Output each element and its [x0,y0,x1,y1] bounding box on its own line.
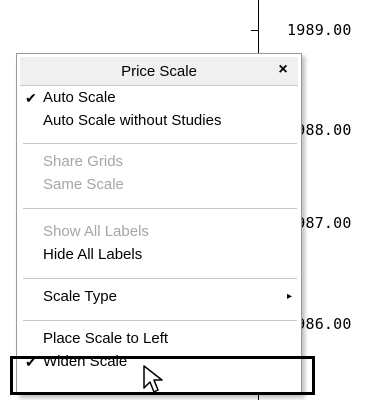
checkmark-icon: ✔ [25,90,37,106]
price-scale-context-menu: Price Scale × ✔ Auto Scale Auto Scale wi… [16,53,302,395]
menu-item-share-grids: Share Grids [17,151,301,173]
submenu-arrow-icon: ▸ [286,291,292,302]
menu-separator [23,143,297,144]
close-icon: × [278,61,288,78]
checkmark-icon: ✔ [25,354,37,370]
menu-item-label: Place Scale to Left [43,330,169,347]
menu-item-label: Same Scale [43,176,124,193]
menu-title: Price Scale [121,62,197,80]
menu-item-label: Widen Scale [43,353,128,370]
arrow-cursor-icon [143,365,163,393]
menu-item-hide-all-labels[interactable]: Hide All Labels [17,244,301,266]
menu-item-place-scale-to-left[interactable]: Place Scale to Left [17,328,301,350]
axis-tick [251,30,259,31]
menu-separator [23,278,297,279]
menu-item-scale-type[interactable]: Scale Type ▸ [17,286,301,308]
menu-item-label: Hide All Labels [43,246,143,263]
menu-item-same-scale: Same Scale [17,174,301,196]
menu-item-label: Show All Labels [43,223,149,240]
menu-item-label: Auto Scale [43,89,116,106]
menu-separator [23,208,297,209]
menu-item-auto-scale[interactable]: ✔ Auto Scale [17,87,301,109]
menu-item-label: Share Grids [43,153,124,170]
menu-item-auto-scale-without-studies[interactable]: Auto Scale without Studies [17,110,301,132]
menu-header: Price Scale × [20,57,298,86]
price-label-1989: 1989.00 [287,21,352,39]
menu-item-label: Auto Scale without Studies [43,112,222,129]
menu-item-label: Scale Type [43,288,117,305]
close-button[interactable]: × [274,61,292,79]
menu-separator [23,320,297,321]
menu-item-show-all-labels: Show All Labels [17,221,301,243]
